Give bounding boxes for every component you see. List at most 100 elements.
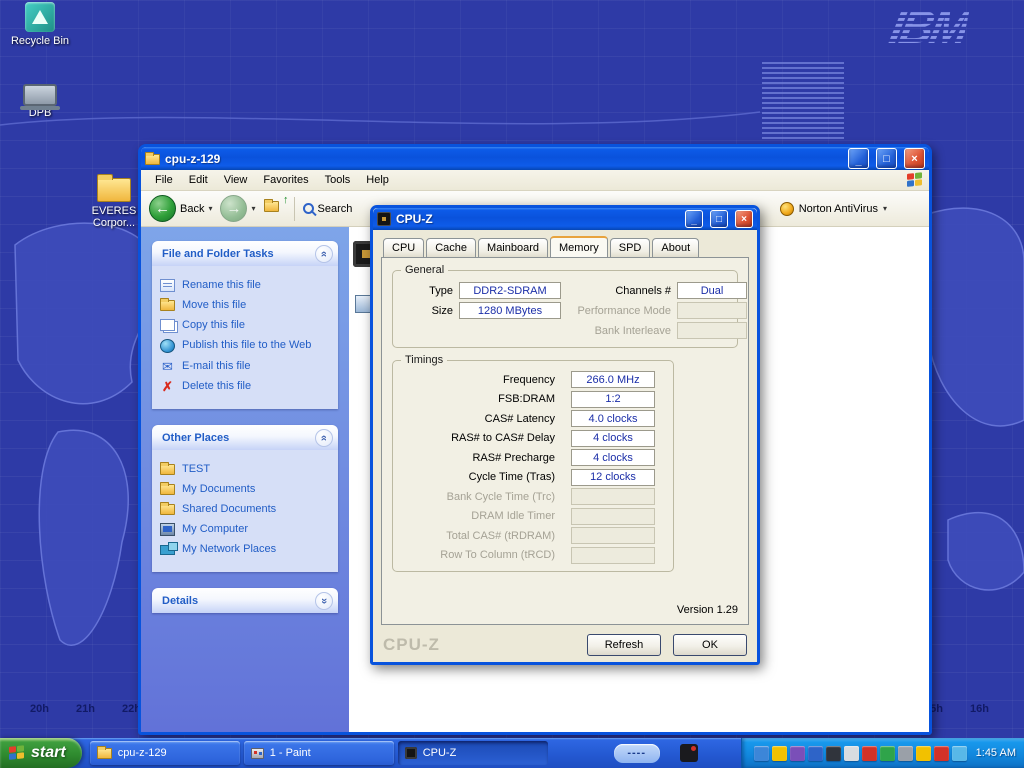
start-button[interactable]: start [0,738,82,768]
taskbar-button-cpuz[interactable]: CPU-Z [398,741,548,765]
timing-value-field [571,488,655,505]
menu-file[interactable]: File [147,172,181,188]
task-delete-file[interactable]: ✗ Delete this file [160,380,330,393]
ok-button[interactable]: OK [673,634,747,656]
memory-tab-page: General Type DDR2-SDRAM Size 1280 MBytes… [381,257,749,625]
desktop-icon-label: Recycle Bin [11,35,69,47]
tray-icon[interactable] [934,746,949,761]
mail-icon: ✉ [160,360,175,373]
taskbar: start cpu-z-129 1 - Paint CPU-Z ---- [0,738,1024,768]
back-arrow-icon: ← [149,195,176,222]
other-places-header[interactable]: Other Places » [152,425,338,450]
task-publish-file[interactable]: Publish this file to the Web [160,339,330,353]
cpuz-tab-strip: CPU Cache Mainboard Memory SPD About [381,236,749,257]
type-field: DDR2-SDRAM [459,282,561,299]
tab-spd[interactable]: SPD [610,238,651,257]
file-tasks-header[interactable]: File and Folder Tasks » [152,241,338,266]
folder-icon [160,464,175,475]
timing-row: Frequency 266.0 MHz [393,370,673,390]
explorer-titlebar[interactable]: cpu-z-129 _ □ × [141,147,929,170]
expand-chevron-icon[interactable]: » [315,592,333,610]
tray-icon[interactable] [772,746,787,761]
tab-mainboard[interactable]: Mainboard [478,238,548,257]
performance-mode-label: Performance Mode [561,305,671,317]
task-move-file[interactable]: Move this file [160,299,330,312]
up-folder-button[interactable]: ↑ [264,200,286,218]
desktop-icon-everes[interactable]: EVERES Corpor... [86,178,142,229]
collapse-chevron-icon[interactable]: » [315,245,333,263]
minimize-button[interactable]: _ [685,210,703,228]
copy-icon [160,319,175,331]
task-copy-file[interactable]: Copy this file [160,319,330,332]
delete-x-icon: ✗ [160,380,175,393]
timings-groupbox: Timings Frequency 266.0 MHz FSB:DRAM 1:2… [392,360,674,572]
forward-dropdown-icon[interactable]: ▾ [251,204,255,213]
tray-icon[interactable] [898,746,913,761]
tray-icon[interactable] [790,746,805,761]
tray-icon[interactable] [880,746,895,761]
chip-icon [405,747,417,759]
paint-icon [251,748,264,759]
tab-cpu[interactable]: CPU [383,238,424,257]
minimize-button[interactable]: _ [848,148,869,169]
channels-label: Channels # [561,285,671,297]
tray-icon[interactable] [862,746,877,761]
menu-help[interactable]: Help [358,172,397,188]
desktop-icon-dpb[interactable]: DPB [8,80,72,119]
file-icon[interactable] [355,295,371,313]
tray-icon[interactable] [826,746,841,761]
size-field: 1280 MBytes [459,302,561,319]
task-rename-file[interactable]: Rename this file [160,279,330,292]
taskbar-indicator-icon[interactable] [680,744,698,762]
details-header[interactable]: Details » [152,588,338,613]
place-my-computer[interactable]: My Computer [160,523,330,536]
close-button[interactable]: × [904,148,925,169]
forward-button[interactable]: → ▾ [220,195,255,222]
collapse-chevron-icon[interactable]: » [315,429,333,447]
performance-mode-field [677,302,747,319]
menu-view[interactable]: View [216,172,256,188]
taskbar-overflow-button[interactable]: ---- [614,744,660,763]
refresh-button[interactable]: Refresh [587,634,661,656]
search-label: Search [318,203,353,215]
tab-about[interactable]: About [652,238,699,257]
rename-icon [160,279,175,292]
tab-memory[interactable]: Memory [550,236,608,257]
taskbar-button-paint[interactable]: 1 - Paint [244,741,394,765]
folder-icon [97,178,131,202]
place-my-documents[interactable]: My Documents [160,483,330,496]
timing-value-field: 4 clocks [571,430,655,447]
cpuz-titlebar[interactable]: CPU-Z _ □ × [373,208,757,230]
tray-icon[interactable] [754,746,769,761]
search-icon [303,203,314,214]
menu-favorites[interactable]: Favorites [255,172,316,188]
maximize-button[interactable]: □ [710,210,728,228]
menu-edit[interactable]: Edit [181,172,216,188]
desktop-icon-recycle-bin[interactable]: Recycle Bin [8,2,72,47]
menu-tools[interactable]: Tools [317,172,359,188]
task-email-file[interactable]: ✉ E-mail this file [160,360,330,373]
place-test[interactable]: TEST [160,463,330,476]
back-dropdown-icon[interactable]: ▾ [208,204,212,213]
back-label: Back [180,203,204,215]
place-shared-documents[interactable]: Shared Documents [160,503,330,516]
windows-logo-icon [907,172,923,188]
folder-icon [160,504,175,515]
tray-icon[interactable] [916,746,931,761]
place-my-network[interactable]: My Network Places [160,543,330,556]
back-button[interactable]: ← Back ▾ [149,195,212,222]
maximize-button[interactable]: □ [876,148,897,169]
tray-icon[interactable] [844,746,859,761]
close-button[interactable]: × [735,210,753,228]
norton-dropdown-icon[interactable]: ▾ [883,204,887,213]
timing-row: DRAM Idle Timer [393,507,673,527]
tray-icon[interactable] [808,746,823,761]
tab-cache[interactable]: Cache [426,238,476,257]
norton-antivirus-button[interactable]: Norton AntiVirus ▾ [780,202,887,216]
taskbar-clock[interactable]: 1:45 AM [976,747,1016,759]
search-button[interactable]: Search [303,203,353,215]
wallpaper-striped-band [762,62,844,140]
desktop-icon-label: EVERES Corpor... [92,205,137,229]
tray-icon[interactable] [952,746,967,761]
taskbar-button-explorer[interactable]: cpu-z-129 [90,741,240,765]
